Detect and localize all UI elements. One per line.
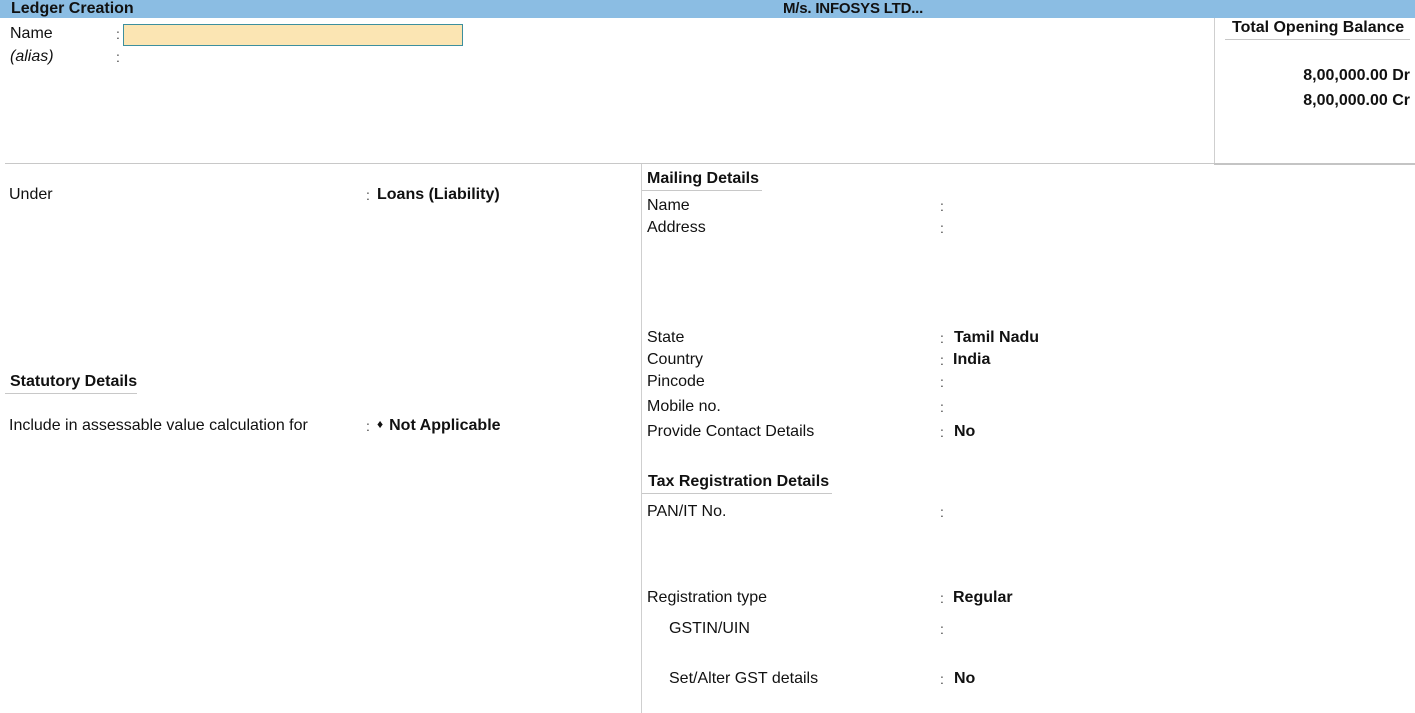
- tax-registration-title: Tax Registration Details: [648, 473, 830, 490]
- registration-type-value[interactable]: Regular: [953, 588, 1013, 608]
- gstin-colon: :: [940, 621, 944, 637]
- assessable-label: Include in assessable value calculation …: [9, 417, 308, 434]
- column-divider: [641, 164, 642, 713]
- mailing-country-label: Country: [647, 351, 704, 368]
- provide-contact-label: Provide Contact Details: [647, 423, 815, 440]
- company-name: M/s. INFOSYS LTD...: [783, 0, 924, 17]
- mailing-country-colon: :: [940, 352, 944, 368]
- pan-label: PAN/IT No.: [647, 503, 727, 520]
- mailing-details-underline: [642, 190, 762, 191]
- mailing-state-value[interactable]: Tamil Nadu: [954, 328, 1039, 348]
- tax-registration-underline: [642, 493, 832, 494]
- statutory-details-title: Statutory Details: [10, 373, 138, 390]
- mailing-pincode-colon: :: [940, 374, 944, 390]
- name-label: Name: [10, 25, 53, 42]
- registration-type-label: Registration type: [647, 589, 768, 606]
- provide-contact-value[interactable]: No: [954, 422, 975, 442]
- balance-panel-bottom-divider: [1214, 163, 1415, 165]
- registration-type-colon: :: [940, 590, 944, 606]
- opening-balance-title-underline: [1225, 39, 1410, 40]
- mailing-address-colon: :: [940, 220, 944, 236]
- assessable-colon: :: [366, 418, 370, 434]
- under-value[interactable]: Loans (Liability): [377, 185, 500, 205]
- opening-balance-credit: 8,00,000.00 Cr: [1303, 92, 1410, 109]
- under-label: Under: [9, 186, 53, 203]
- mailing-address-label: Address: [647, 219, 706, 236]
- mailing-name-input[interactable]: [953, 196, 1153, 216]
- mailing-country-value[interactable]: India: [953, 350, 990, 370]
- assessable-value: Not Applicable: [389, 417, 501, 434]
- ledger-name-input[interactable]: [123, 24, 463, 46]
- mailing-pincode-label: Pincode: [647, 373, 705, 390]
- screen-title: Ledger Creation: [11, 0, 134, 17]
- mailing-details-title: Mailing Details: [647, 170, 760, 187]
- mailing-state-colon: :: [940, 330, 944, 346]
- provide-contact-colon: :: [940, 424, 944, 440]
- opening-balance-debit: 8,00,000.00 Dr: [1303, 67, 1410, 84]
- gstin-input[interactable]: [953, 619, 1153, 639]
- mailing-name-colon: :: [940, 198, 944, 214]
- mailing-mobile-input[interactable]: [953, 397, 1153, 417]
- alias-input[interactable]: [123, 46, 463, 66]
- mailing-state-label: State: [647, 329, 685, 346]
- diamond-icon: ♦: [377, 417, 384, 431]
- mailing-pincode-input[interactable]: [953, 372, 1153, 392]
- header-divider: [5, 163, 1215, 164]
- mailing-mobile-label: Mobile no.: [647, 398, 721, 415]
- mailing-mobile-colon: :: [940, 399, 944, 415]
- under-colon: :: [366, 187, 370, 203]
- name-colon: :: [116, 26, 120, 42]
- pan-input[interactable]: [953, 502, 1153, 522]
- gstin-label: GSTIN/UIN: [669, 620, 750, 637]
- statutory-details-underline: [5, 393, 137, 394]
- assessable-value-field[interactable]: ♦ Not Applicable: [377, 416, 501, 436]
- gst-details-value[interactable]: No: [954, 669, 975, 689]
- opening-balance-title: Total Opening Balance: [1232, 19, 1405, 36]
- title-bar: Ledger Creation M/s. INFOSYS LTD...: [0, 0, 1415, 18]
- alias-colon: :: [116, 49, 120, 65]
- mailing-name-label: Name: [647, 197, 690, 214]
- gst-details-label: Set/Alter GST details: [669, 670, 819, 687]
- alias-label: (alias): [10, 48, 54, 65]
- gst-details-colon: :: [940, 671, 944, 687]
- pan-colon: :: [940, 504, 944, 520]
- mailing-address-input[interactable]: [953, 218, 1153, 238]
